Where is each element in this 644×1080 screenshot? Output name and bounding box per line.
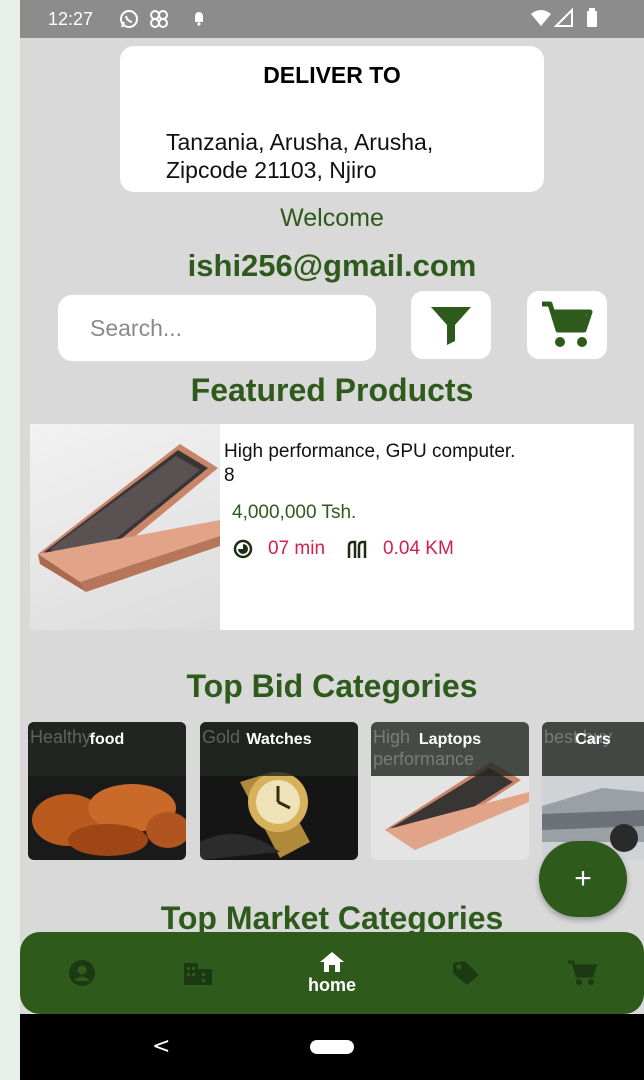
featured-product-card[interactable]: High performance, GPU computer. 8 4,000,…: [220, 424, 634, 630]
distance: 0.04 KM: [383, 538, 454, 559]
nav-item-business[interactable]: [158, 932, 238, 1014]
pinwheel-icon: [148, 8, 170, 35]
product-name: High performance, GPU computer. 8: [224, 440, 594, 488]
address-line-1: Tanzania, Arusha, Arusha,: [166, 129, 434, 155]
category-label: Laptops: [418, 731, 482, 748]
wifi-icon: [530, 8, 552, 33]
welcome-text: Welcome: [280, 204, 384, 232]
delivery-time: 07 min: [268, 538, 326, 559]
category-label: Watches: [246, 731, 312, 748]
status-bar: 12:27: [20, 0, 644, 38]
address-line-2: Zipcode 21103, Njiro: [166, 157, 377, 183]
category-card-watches[interactable]: Gold Watches: [200, 722, 358, 860]
route-icon: [347, 540, 367, 558]
product-image-laptop[interactable]: [30, 424, 220, 630]
plus-icon: +: [574, 862, 592, 895]
delivery-address: Tanzania, Arusha, Arusha, Zipcode 21103,…: [166, 128, 433, 184]
deliver-to-title: DELIVER TO: [263, 62, 401, 88]
cart-button[interactable]: [527, 291, 607, 359]
filter-icon: [431, 307, 471, 345]
cart-icon: [568, 960, 597, 985]
tag-icon: [453, 961, 479, 985]
top-bid-categories-heading: Top Bid Categories: [186, 668, 478, 704]
user-email: ishi256@gmail.com: [187, 248, 477, 283]
category-card-food[interactable]: Healthy food: [28, 722, 186, 860]
bottom-navigation: home: [20, 932, 644, 1014]
nav-item-home[interactable]: home: [292, 932, 372, 1014]
product-meta: 07 min 0.04 KM: [232, 538, 454, 560]
battery-icon: [586, 8, 598, 33]
signal-icon: [553, 7, 574, 33]
home-icon: [320, 951, 344, 972]
app-screen: 12:27 DELIVER TO Tanzania, Arusha, Arush…: [20, 0, 644, 1080]
cart-icon: [542, 301, 593, 347]
category-card-laptops[interactable]: High performance Laptops: [371, 722, 529, 860]
featured-products-heading: Featured Products: [190, 372, 474, 408]
search-placeholder: Search...: [90, 315, 183, 341]
filter-button[interactable]: [411, 291, 491, 359]
deliver-to-card[interactable]: DELIVER TO Tanzania, Arusha, Arusha, Zip…: [120, 46, 544, 192]
business-icon: [184, 963, 212, 985]
timer-icon: [233, 539, 253, 559]
account-icon: [69, 960, 95, 986]
category-label: Cars: [575, 731, 611, 748]
nav-item-account[interactable]: [42, 932, 122, 1014]
home-pill-button[interactable]: [310, 1040, 354, 1054]
nav-item-tags[interactable]: [426, 932, 506, 1014]
whatsapp-icon: [118, 8, 140, 35]
status-time: 12:27: [48, 9, 94, 29]
product-title: High performance, GPU computer.: [224, 441, 516, 462]
nav-home-label: home: [307, 974, 356, 995]
back-button[interactable]: <: [152, 1034, 170, 1059]
add-fab-button[interactable]: +: [539, 841, 627, 917]
product-price: 4,000,000 Tsh.: [232, 502, 357, 523]
system-navigation-bar: <: [20, 1014, 644, 1080]
product-quantity: 8: [224, 465, 235, 486]
notification-bell-icon: [192, 8, 206, 33]
nav-item-cart[interactable]: [542, 932, 622, 1014]
search-input[interactable]: Search...: [58, 295, 376, 361]
category-card-cars[interactable]: best buy Cars: [542, 722, 644, 860]
category-label: food: [89, 731, 125, 748]
